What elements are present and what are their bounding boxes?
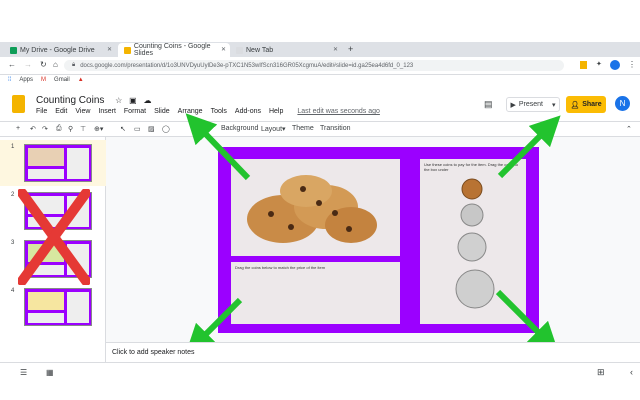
profile-avatar[interactable] xyxy=(610,60,620,70)
bookmark-gmail[interactable]: Gmail xyxy=(54,77,70,83)
coins-instructions: Use these coins to pay for the item. Dra… xyxy=(424,162,519,172)
tab-title: My Drive - Google Drive xyxy=(20,46,95,54)
bookmarks-bar: ⁞⁞ Apps M Gmail ▲ xyxy=(0,74,640,86)
coins-image xyxy=(455,178,495,309)
gmail-icon: M xyxy=(41,77,47,83)
select-icon[interactable]: ↖ xyxy=(120,125,126,133)
slide-number: 4 xyxy=(11,288,15,294)
share-button[interactable]: 👤︎ Share xyxy=(566,96,606,113)
slide-thumbnail-1[interactable]: 1 xyxy=(0,140,106,186)
close-tab-icon[interactable]: ✕ xyxy=(333,46,338,53)
bottom-bar: ☰ ▦ ⊞ ‹ xyxy=(0,362,640,383)
collapse-toolbar-icon[interactable]: ⌃ xyxy=(626,125,632,133)
coins-box[interactable]: Use these coins to pay for the item. Dra… xyxy=(420,159,526,324)
tab-strip: My Drive - Google Drive ✕ Counting Coins… xyxy=(0,42,640,57)
cloud-icon: ☁ xyxy=(143,96,152,105)
menu-file[interactable]: File xyxy=(36,108,47,115)
item-image-box[interactable] xyxy=(231,159,400,256)
person-icon: 👤︎ xyxy=(570,101,580,109)
image-icon[interactable]: ▨ xyxy=(148,125,155,133)
star-icon[interactable]: ☆ xyxy=(115,96,122,105)
last-edit-link[interactable]: Last edit was seconds ago xyxy=(297,108,380,115)
doc-title[interactable]: Counting Coins ☆ ▣ ☁ xyxy=(36,95,151,106)
back-icon[interactable]: ← xyxy=(8,60,16,69)
current-slide[interactable]: Drag the coins below to match the price … xyxy=(218,147,539,333)
paint-roller-icon[interactable]: ⊤ xyxy=(80,125,86,133)
slide-number: 3 xyxy=(11,240,15,246)
notes-placeholder: Click to add speaker notes xyxy=(112,349,195,356)
side-panel-toggle-icon[interactable]: ‹ xyxy=(630,367,633,377)
chevron-down-icon[interactable]: ▾ xyxy=(552,101,556,109)
menu-help[interactable]: Help xyxy=(269,108,283,115)
slide-number: 1 xyxy=(11,144,15,150)
slides-favicon-icon xyxy=(124,46,131,54)
shape-icon[interactable]: ◯ xyxy=(162,125,170,133)
filmstrip-view-icon[interactable]: ▦ xyxy=(46,368,54,377)
speaker-notes[interactable]: Click to add speaker notes xyxy=(106,342,640,363)
bookmark-icon[interactable]: ▲ xyxy=(78,77,84,83)
background-button[interactable]: Background xyxy=(221,125,258,132)
home-icon[interactable]: ⌂ xyxy=(53,60,58,69)
tab-title: New Tab xyxy=(246,46,274,54)
kebab-menu-icon[interactable]: ⋮ xyxy=(628,60,636,69)
drop-coins-box[interactable]: Drag the coins below to match the price … xyxy=(231,262,400,324)
slide-thumbnail-4[interactable]: 4 xyxy=(0,284,106,330)
menu-tools[interactable]: Tools xyxy=(211,108,227,115)
new-tab-button[interactable]: + xyxy=(348,44,353,54)
newtab-favicon-icon xyxy=(236,46,243,54)
print-icon[interactable]: ⎙ xyxy=(56,125,62,133)
menu-addons[interactable]: Add-ons xyxy=(235,108,261,115)
toolbar: + ↶ ↷ ⎙ ⚲ ⊤ ⊕▾ ↖ ▭ ▨ ◯ Background Layout… xyxy=(0,121,640,137)
move-folder-icon[interactable]: ▣ xyxy=(129,96,137,105)
slides-logo-icon[interactable] xyxy=(12,95,25,113)
redo-icon[interactable]: ↷ xyxy=(42,125,48,133)
lock-icon: 🔒︎ xyxy=(72,62,76,68)
close-tab-icon[interactable]: ✕ xyxy=(107,46,112,53)
menu-format[interactable]: Format xyxy=(124,108,146,115)
tab-new[interactable]: New Tab ✕ xyxy=(230,43,342,57)
red-cross-icon xyxy=(18,189,90,285)
transition-button[interactable]: Transition xyxy=(320,125,350,132)
undo-icon[interactable]: ↶ xyxy=(30,125,36,133)
new-slide-icon[interactable]: + xyxy=(16,125,20,132)
comments-icon[interactable]: ▤ xyxy=(484,99,493,110)
slide-number: 2 xyxy=(11,192,15,198)
menu-edit[interactable]: Edit xyxy=(55,108,67,115)
url-text: docs.google.com/presentation/d/1o3UNVDyu… xyxy=(80,62,414,69)
layout-button[interactable]: Layout▾ xyxy=(261,125,286,133)
drive-favicon-icon xyxy=(10,46,17,54)
menu-arrange[interactable]: Arrange xyxy=(178,108,203,115)
tab-title: Counting Coins - Google Slides xyxy=(133,43,211,57)
theme-button[interactable]: Theme xyxy=(292,125,314,132)
menu-view[interactable]: View xyxy=(75,108,90,115)
extension-icon[interactable] xyxy=(580,61,587,69)
forward-icon[interactable]: → xyxy=(24,60,32,69)
close-tab-icon[interactable]: ✕ xyxy=(221,46,226,53)
present-label: Present xyxy=(518,101,543,108)
address-bar-row: ← → ↻ ⌂ 🔒︎ docs.google.com/presentation/… xyxy=(0,57,640,75)
menu-insert[interactable]: Insert xyxy=(98,108,116,115)
avatar[interactable]: N xyxy=(615,96,630,111)
reload-icon[interactable]: ↻ xyxy=(40,60,47,69)
apps-icon[interactable]: ⁞⁞ xyxy=(8,77,11,83)
present-button[interactable]: ▶ Present ▾ xyxy=(506,97,560,112)
drag-instructions: Drag the coins below to match the price … xyxy=(235,265,326,270)
share-label: Share xyxy=(582,101,602,108)
menu-bar: File Edit View Insert Format Slide Arran… xyxy=(36,108,380,115)
bookmark-apps[interactable]: Apps xyxy=(19,77,33,83)
paint-format-icon[interactable]: ⚲ xyxy=(68,125,73,133)
explore-icon[interactable]: ⊞ xyxy=(597,367,605,378)
zoom-icon[interactable]: ⊕▾ xyxy=(94,125,103,133)
filmstrip: 1 2 3 4 xyxy=(0,137,106,362)
url-field[interactable]: 🔒︎ docs.google.com/presentation/d/1o3UNV… xyxy=(64,60,564,71)
cookies-image xyxy=(247,175,377,243)
tab-slides[interactable]: Counting Coins - Google Slides ✕ xyxy=(118,43,230,57)
present-icon: ▶ xyxy=(510,101,516,109)
menu-slide[interactable]: Slide xyxy=(154,108,170,115)
puzzle-icon[interactable]: ✦ xyxy=(596,60,602,68)
textbox-icon[interactable]: ▭ xyxy=(134,125,141,133)
grid-view-icon[interactable]: ☰ xyxy=(20,368,27,377)
tab-drive[interactable]: My Drive - Google Drive ✕ xyxy=(4,43,116,57)
